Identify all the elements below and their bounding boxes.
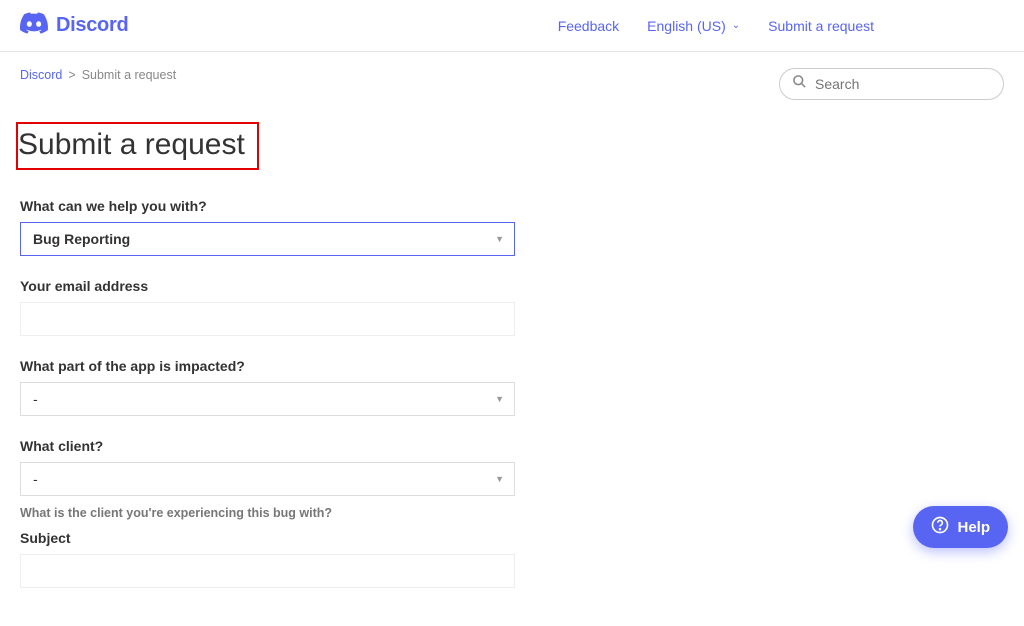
breadcrumb: Discord > Submit a request (20, 68, 580, 82)
caret-down-icon: ▼ (495, 474, 504, 484)
breadcrumb-sep: > (68, 68, 75, 82)
language-selector[interactable]: English (US) ⌄ (647, 18, 740, 34)
subject-label: Subject (20, 530, 580, 546)
field-help-with: What can we help you with? Bug Reporting… (20, 198, 580, 256)
breadcrumb-home[interactable]: Discord (20, 68, 62, 82)
client-value: - (33, 471, 38, 487)
client-helper: What is the client you're experiencing t… (20, 506, 580, 520)
client-select[interactable]: - ▼ (20, 462, 515, 496)
page-title: Submit a request (16, 122, 259, 170)
help-icon (931, 516, 949, 538)
caret-down-icon: ▼ (495, 394, 504, 404)
help-widget[interactable]: Help (913, 506, 1008, 548)
field-subject: Subject (20, 530, 580, 588)
breadcrumb-current: Submit a request (82, 68, 177, 82)
app-part-value: - (33, 391, 38, 407)
client-label: What client? (20, 438, 580, 454)
field-client: What client? - ▼ (20, 438, 580, 496)
brand-name: Discord (56, 14, 128, 37)
caret-down-icon: ▼ (495, 234, 504, 244)
submit-request-link[interactable]: Submit a request (768, 18, 874, 34)
field-app-part: What part of the app is impacted? - ▼ (20, 358, 580, 416)
app-part-label: What part of the app is impacted? (20, 358, 580, 374)
search-box[interactable] (779, 68, 1004, 100)
main-column: Discord > Submit a request Submit a requ… (20, 68, 580, 610)
discord-icon (20, 12, 48, 39)
brand-logo[interactable]: Discord (20, 12, 128, 39)
feedback-link[interactable]: Feedback (558, 18, 619, 34)
help-with-value: Bug Reporting (33, 231, 130, 247)
subject-input[interactable] (20, 554, 515, 588)
help-with-select[interactable]: Bug Reporting ▼ (20, 222, 515, 256)
content: Discord > Submit a request Submit a requ… (0, 52, 1024, 626)
email-label: Your email address (20, 278, 580, 294)
header: Discord Feedback English (US) ⌄ Submit a… (0, 0, 1024, 52)
app-part-select[interactable]: - ▼ (20, 382, 515, 416)
email-input[interactable] (20, 302, 515, 336)
search-input[interactable] (815, 76, 996, 92)
help-with-label: What can we help you with? (20, 198, 580, 214)
help-label: Help (957, 519, 990, 536)
search-icon (792, 74, 807, 94)
field-email: Your email address (20, 278, 580, 336)
chevron-down-icon: ⌄ (732, 20, 740, 31)
language-label: English (US) (647, 18, 726, 34)
nav-links: Feedback English (US) ⌄ Submit a request (558, 18, 874, 34)
